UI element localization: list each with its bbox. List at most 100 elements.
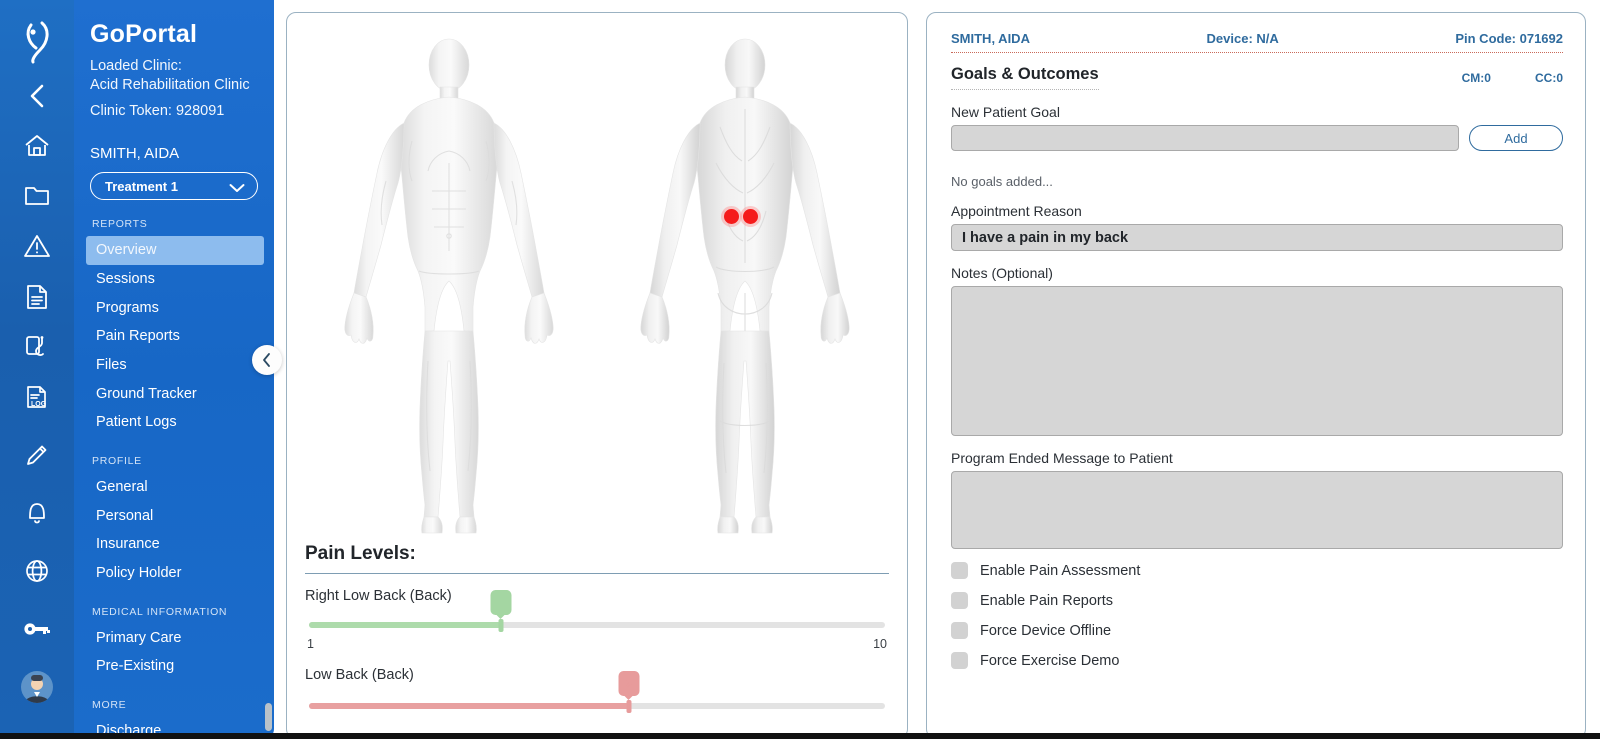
collapse-sidebar-button[interactable]	[252, 345, 282, 375]
no-goals-message: No goals added...	[951, 174, 1053, 189]
log-icon[interactable]: LOG	[17, 381, 57, 413]
checkbox-enable-pain-assessment[interactable]	[951, 562, 968, 579]
slider-fill	[309, 622, 501, 628]
pain-slider-row: Low Back (Back) 6	[305, 667, 889, 713]
pain-slider-row: Right Low Back (Back) 4 1 10	[305, 588, 889, 663]
appointment-reason-label: Appointment Reason	[951, 203, 1082, 219]
checkbox-enable-pain-reports[interactable]	[951, 592, 968, 609]
slider-min-label: 1	[307, 637, 314, 651]
notes-textarea[interactable]	[951, 286, 1563, 436]
nav-section-title: PROFILE	[92, 454, 142, 467]
sidebar-item-pain-reports[interactable]: Pain Reports	[74, 322, 274, 351]
program-ended-label: Program Ended Message to Patient	[951, 450, 1173, 466]
clinic-token: Clinic Token: 928091	[90, 103, 225, 120]
pain-slider-right-low-back[interactable]: 4	[309, 590, 885, 632]
pencil-icon[interactable]	[17, 435, 57, 475]
checkbox-row-pain-reports[interactable]: Enable Pain Reports	[951, 579, 1563, 609]
pain-levels-section: Pain Levels: Right Low Back (Back) 4 1 1…	[287, 543, 907, 713]
goals-title-row: Goals & Outcomes CM:0 CC:0	[951, 53, 1563, 90]
nav-section-profile: PROFILE General Personal Insurance Polic…	[74, 437, 274, 588]
new-goal-label: New Patient Goal	[951, 104, 1060, 120]
goals-outcomes-card: SMITH, AIDA Device: N/A Pin Code: 071692…	[926, 12, 1586, 739]
brand-title: GoPortal	[90, 20, 198, 48]
sidebar-item-sessions[interactable]: Sessions	[74, 265, 274, 294]
goals-panel: SMITH, AIDA Device: N/A Pin Code: 071692…	[916, 0, 1600, 739]
program-ended-textarea[interactable]	[951, 471, 1563, 549]
clinic-name: Acid Rehabilitation Clinic	[90, 77, 250, 94]
checkbox-label: Force Exercise Demo	[980, 652, 1120, 669]
patient-header: SMITH, AIDA Device: N/A Pin Code: 071692	[951, 31, 1563, 52]
appointment-reason-value[interactable]: I have a pain in my back	[951, 224, 1563, 251]
slider-thumb[interactable]	[498, 619, 504, 632]
taskbar	[0, 733, 1600, 739]
sidebar-item-files[interactable]: Files	[74, 351, 274, 380]
counters: CM:0 CC:0	[1462, 65, 1563, 85]
checkbox-force-exercise-demo[interactable]	[951, 652, 968, 669]
nav-section-reports: REPORTS Overview Sessions Programs Pain …	[74, 200, 274, 437]
sidebar-item-personal[interactable]: Personal	[74, 502, 274, 531]
body-diagrams	[287, 13, 907, 543]
chevron-down-icon	[229, 181, 245, 193]
checkbox-row-force-offline[interactable]: Force Device Offline	[951, 609, 1563, 639]
checkbox-row-pain-assessment[interactable]: Enable Pain Assessment	[951, 549, 1563, 579]
checkbox-row-force-demo[interactable]: Force Exercise Demo	[951, 639, 1563, 669]
treatment-dropdown[interactable]: Treatment 1	[90, 172, 258, 201]
nav-section-title: REPORTS	[92, 218, 148, 231]
checkbox-label: Enable Pain Reports	[980, 592, 1113, 609]
sidebar-item-insurance[interactable]: Insurance	[74, 530, 274, 559]
sidebar-item-pre-existing[interactable]: Pre-Existing	[74, 652, 274, 681]
checkbox-label: Force Device Offline	[980, 622, 1112, 639]
nav-section-title: MEDICAL INFORMATION	[92, 605, 228, 618]
nav-section-title: MORE	[92, 698, 127, 711]
header-pin-code: Pin Code: 071692	[1455, 31, 1563, 46]
cc-counter: CC:0	[1534, 71, 1563, 85]
slider-value-bubble: 4	[490, 590, 512, 615]
pain-slider-low-back[interactable]: 6	[309, 671, 885, 713]
home-icon[interactable]	[17, 130, 57, 162]
checkbox-label: Enable Pain Assessment	[980, 562, 1141, 579]
pain-levels-title: Pain Levels:	[305, 543, 416, 564]
sidebar-item-ground-tracker[interactable]: Ground Tracker	[74, 380, 274, 409]
new-goal-input[interactable]	[951, 125, 1459, 151]
bell-icon[interactable]	[17, 493, 57, 533]
sidebar-item-general[interactable]: General	[74, 473, 274, 502]
pain-levels-divider	[305, 573, 889, 574]
globe-icon[interactable]	[17, 551, 57, 591]
nav-section-more: MORE Discharge	[74, 681, 274, 739]
key-icon[interactable]	[17, 609, 57, 649]
sidebar-item-overview[interactable]: Overview	[86, 236, 264, 265]
icon-rail: LOG	[0, 0, 74, 739]
checkbox-force-device-offline[interactable]	[951, 622, 968, 639]
sidebar-item-patient-logs[interactable]: Patient Logs	[74, 408, 274, 437]
pain-slider-label: Low Back (Back)	[305, 667, 414, 683]
pain-marker-right-low-back[interactable]	[723, 209, 739, 225]
sidebar-scrollbar[interactable]	[265, 703, 272, 731]
folder-icon[interactable]	[17, 180, 57, 212]
pain-slider-label: Right Low Back (Back)	[305, 588, 452, 604]
slider-thumb[interactable]	[626, 700, 632, 713]
loaded-clinic-label: Loaded Clinic:	[90, 58, 182, 74]
sidebar-patient-name: SMITH, AIDA	[90, 145, 180, 163]
logo-icon[interactable]	[17, 21, 57, 64]
front-body-diagram[interactable]	[324, 31, 574, 536]
slider-range-labels: 1 10	[305, 628, 889, 663]
warning-icon[interactable]	[17, 230, 57, 262]
cm-counter: CM:0	[1461, 71, 1491, 85]
svg-text:LOG: LOG	[31, 401, 47, 408]
treatment-dropdown-label: Treatment 1	[105, 178, 178, 194]
back-body-diagram[interactable]	[620, 31, 870, 536]
header-patient-name: SMITH, AIDA	[951, 31, 1030, 46]
app-root: LOG GoPortal Loaded Clinic: Acid Rehabil…	[0, 0, 1600, 739]
back-chevron-icon[interactable]	[17, 80, 57, 112]
new-goal-row: Add	[951, 125, 1563, 151]
sidebar-item-policy-holder[interactable]: Policy Holder	[74, 559, 274, 588]
rail-bottom-group	[17, 435, 57, 739]
sidebar-item-primary-care[interactable]: Primary Care	[74, 624, 274, 653]
device-icon[interactable]	[17, 331, 57, 363]
header-device: Device: N/A	[1206, 31, 1279, 46]
add-goal-button[interactable]: Add	[1469, 125, 1563, 151]
document-icon[interactable]	[17, 281, 57, 313]
avatar-icon[interactable]	[17, 667, 57, 707]
sidebar-item-programs[interactable]: Programs	[74, 294, 274, 323]
page-title: Goals & Outcomes	[951, 65, 1099, 90]
